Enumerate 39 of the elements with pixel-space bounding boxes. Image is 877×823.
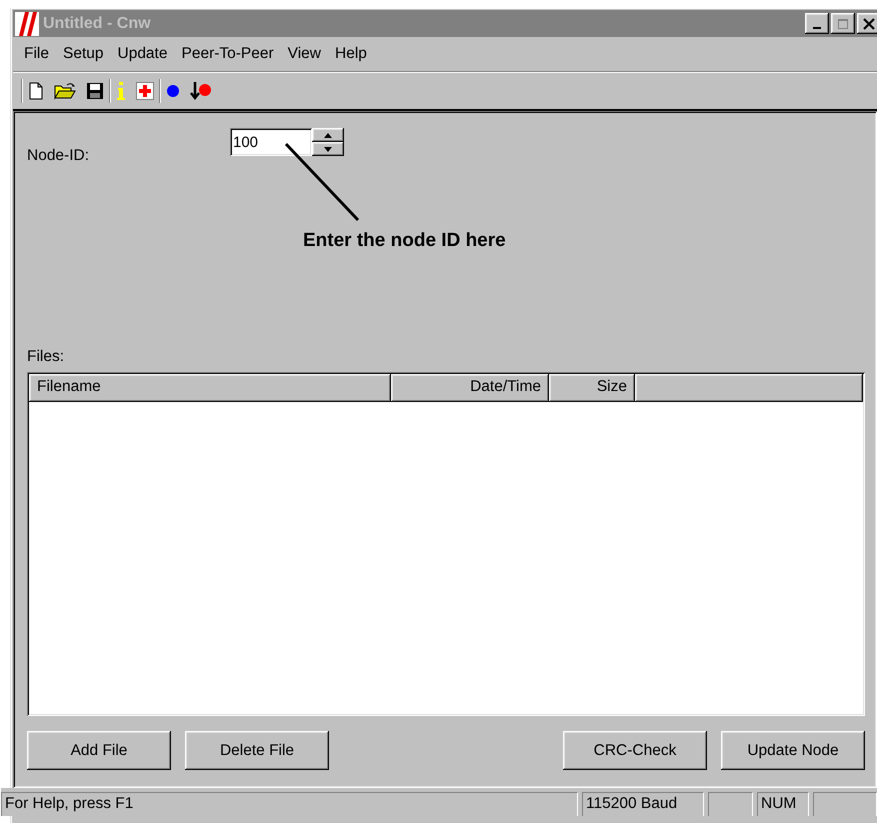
menu-item[interactable]: File xyxy=(18,43,55,65)
maximize-icon xyxy=(837,18,849,30)
minimize-icon xyxy=(813,26,821,28)
column-header[interactable]: Size xyxy=(549,374,635,402)
spin-down-button[interactable] xyxy=(312,142,344,156)
status-message: For Help, press F1 xyxy=(1,792,578,816)
down-triangle-icon xyxy=(324,146,332,152)
close-icon xyxy=(863,18,875,30)
column-header[interactable] xyxy=(635,374,863,402)
menu-item[interactable]: Setup xyxy=(56,43,110,65)
menu-item[interactable]: Help xyxy=(329,43,373,65)
status-pane xyxy=(813,792,877,816)
dot-icon[interactable] xyxy=(166,84,180,98)
close-button[interactable] xyxy=(857,13,877,34)
open-folder-icon[interactable] xyxy=(54,82,76,100)
annotation-text: Enter the node ID here xyxy=(303,230,506,252)
section-label: Files: xyxy=(27,348,66,366)
down-arrow-dot-icon[interactable] xyxy=(190,81,212,101)
up-triangle-icon xyxy=(324,132,332,138)
spin-up-button[interactable] xyxy=(312,128,344,142)
column-header[interactable]: Filename xyxy=(29,374,391,402)
field-label: Node-ID: xyxy=(27,146,90,165)
num-lock-indicator: NUM xyxy=(757,792,809,816)
new-document-icon[interactable] xyxy=(28,82,44,100)
menu-item[interactable]: View xyxy=(282,43,327,65)
menu-item[interactable]: Update xyxy=(112,43,174,65)
first-aid-icon[interactable] xyxy=(136,82,154,100)
action-button[interactable]: Update Node xyxy=(721,731,865,770)
action-button[interactable]: CRC-Check xyxy=(563,731,707,770)
maximize-button[interactable] xyxy=(831,13,855,34)
minimize-button[interactable] xyxy=(805,13,829,34)
status-pane xyxy=(708,792,753,816)
action-button[interactable]: Delete File xyxy=(185,731,329,770)
column-header[interactable]: Date/Time xyxy=(391,374,549,402)
app-logo-icon xyxy=(15,12,39,36)
menu-item[interactable]: Peer-To-Peer xyxy=(175,43,280,65)
baud-rate-indicator: 115200 Baud xyxy=(582,792,704,816)
window-title: Untitled - Cnw xyxy=(43,14,152,32)
action-button[interactable]: Add File xyxy=(27,731,171,770)
